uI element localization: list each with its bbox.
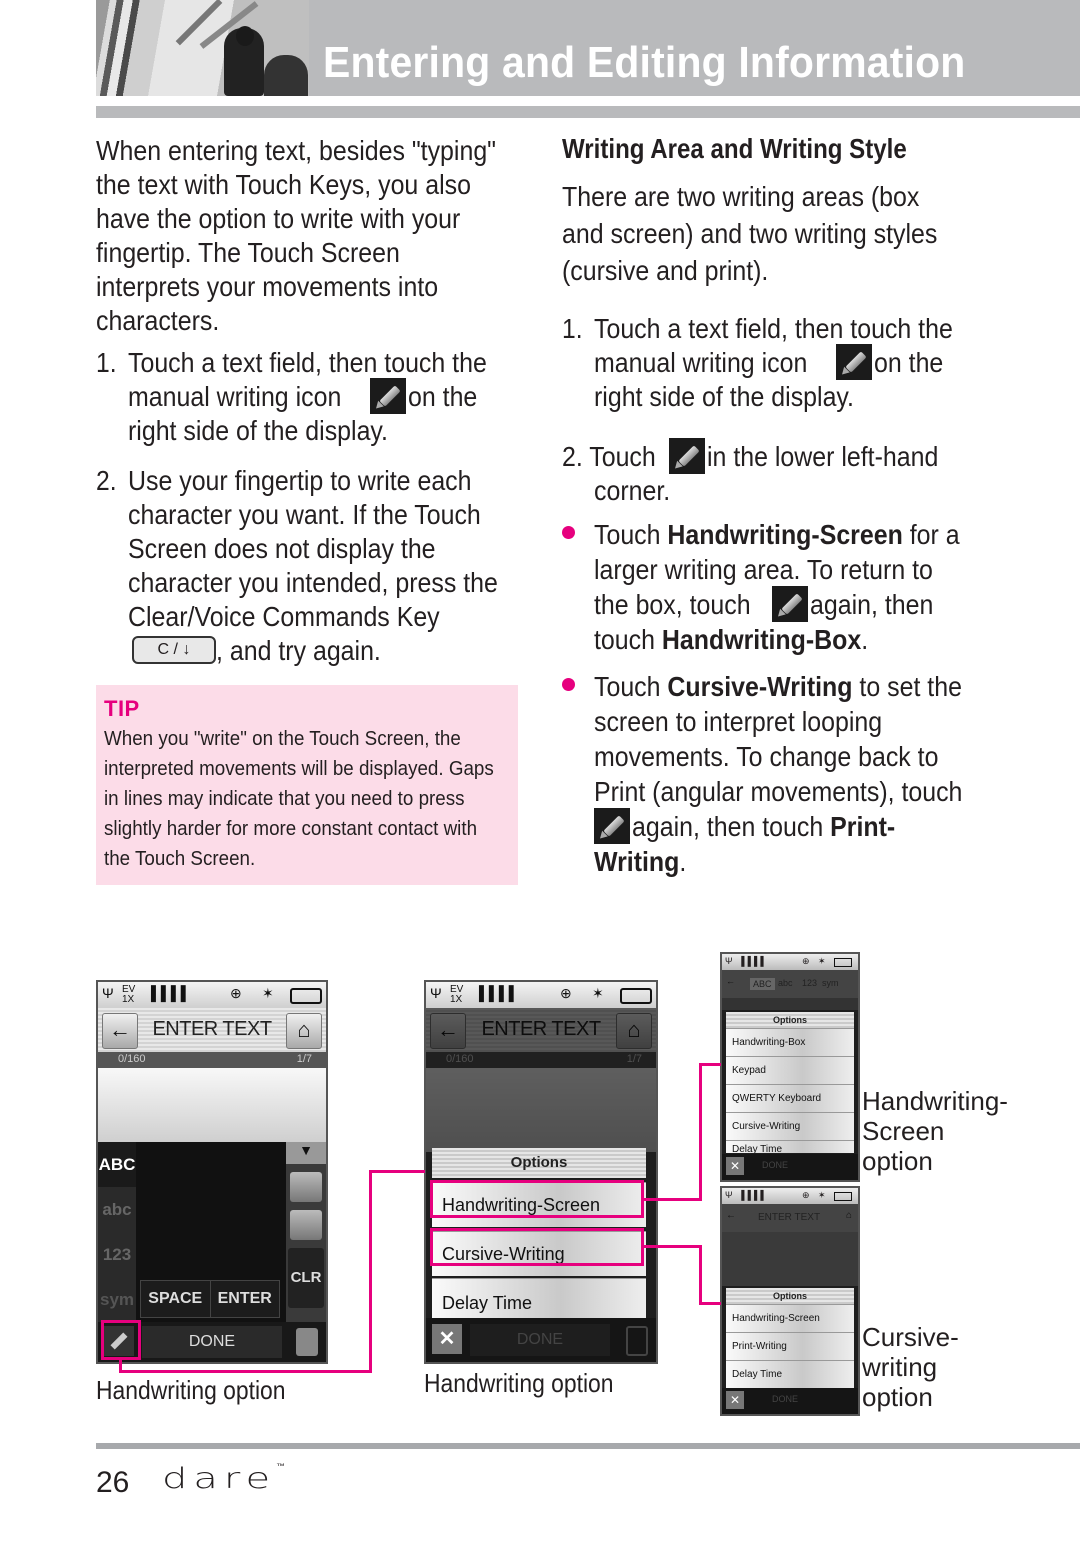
connector-line — [699, 1063, 702, 1201]
status-bar: Ψ EV 1X ▐▐▐▐ ⊕ ✶ — [426, 982, 656, 1008]
signal-bars-icon: ▐▐▐▐ — [146, 985, 186, 1001]
page-number: 26 — [96, 1466, 130, 1499]
manual-writing-icon — [835, 343, 872, 380]
option-keypad[interactable]: Keypad — [726, 1056, 854, 1084]
option-print-writing[interactable]: Print-Writing — [726, 1332, 854, 1360]
option-handwriting-box[interactable]: Handwriting-Box — [726, 1028, 854, 1056]
caption-screen2: Handwriting option — [424, 1368, 614, 1398]
mode-abc-lower[interactable]: abc — [98, 1187, 136, 1232]
bullet-icon — [562, 678, 575, 691]
intro-paragraph: When entering text, besides "typing" the… — [96, 135, 497, 336]
options-menu: Options Handwriting-Box Keypad QWERTY Ke… — [726, 1012, 854, 1153]
text-input-area[interactable] — [98, 1068, 326, 1142]
left-step-1: 1. Touch a text field, then touch the ma… — [96, 347, 487, 446]
options-title: Options — [432, 1148, 646, 1178]
tip-body: When you "write" on the Touch Screen, th… — [104, 728, 494, 870]
header-divider — [96, 106, 1080, 118]
status-bar: Ψ EV 1X ▐▐▐▐ ⊕ ✶ — [98, 982, 326, 1008]
connector-line — [369, 1170, 372, 1373]
highlight-cursive-writing — [430, 1228, 644, 1266]
status-bar: Ψ ▐▐▐▐ ⊕ ✶ — [722, 954, 858, 970]
tip-title: TIP — [104, 696, 140, 721]
connector-line — [699, 1302, 721, 1305]
bullet-handwriting-screen: Touch Handwriting-Screen for a larger wr… — [562, 518, 1022, 658]
bluetooth-icon: ✶ — [592, 985, 604, 1001]
bullet-cursive-writing: Touch Cursive-Writing to set the screen … — [562, 670, 1022, 880]
highlight-pen-button — [101, 1320, 141, 1360]
screen-options-menu: Ψ EV 1X ▐▐▐▐ ⊕ ✶ ← ENTER TEXT ⌂ 0/160 1/… — [424, 980, 658, 1364]
connector-line — [644, 1245, 702, 1248]
char-counter: 0/160 — [118, 1053, 146, 1065]
collapse-arrow-icon[interactable]: ▼ — [286, 1142, 326, 1164]
close-button[interactable]: ✕ — [726, 1157, 744, 1175]
mode-123[interactable]: 123 — [98, 1232, 136, 1277]
bluetooth-icon: ✶ — [262, 985, 274, 1001]
screen-handwriting-box: Ψ EV 1X ▐▐▐▐ ⊕ ✶ ← ENTER TEXT ⌂ 0/160 1/… — [96, 980, 328, 1364]
option-delay-time[interactable]: Delay Time — [726, 1360, 854, 1388]
clr-button[interactable]: CLR — [288, 1248, 324, 1308]
network-icon: EV 1X — [450, 984, 464, 1005]
battery-icon — [620, 988, 652, 1004]
screen-handwriting-screen-options: Ψ ▐▐▐▐ ⊕ ✶ ← ABC abc 123 sym Options Han… — [720, 952, 860, 1182]
screen-cursive-writing-options: Ψ ▐▐▐▐ ⊕ ✶ ← ENTER TEXT ⌂ Options Handwr… — [720, 1186, 860, 1416]
menu-icon[interactable] — [296, 1328, 318, 1356]
caption-screen3: Handwriting- Screen option — [862, 1086, 1008, 1176]
right-step-2: 2. Touch in the lower left-hand corner. — [562, 437, 1022, 508]
connector-line — [119, 1370, 371, 1373]
option-cursive-writing[interactable]: Cursive-Writing — [726, 1112, 854, 1140]
enter-button[interactable]: ENTER — [211, 1281, 280, 1317]
section-intro: There are two writing areas (box and scr… — [562, 181, 938, 286]
space-button[interactable]: SPACE — [141, 1281, 211, 1317]
brand-logo: Dare™ — [162, 1462, 286, 1496]
connector-line — [699, 1245, 702, 1305]
numpad-toggle-icon[interactable] — [290, 1210, 322, 1240]
right-step-1: 1. Touch a text field, then touch the ma… — [562, 313, 953, 412]
done-button[interactable]: DONE — [762, 1160, 788, 1170]
left-step-2: 2. Use your fingertip to write each char… — [96, 465, 498, 666]
mode-abc-upper[interactable]: ABC — [98, 1142, 136, 1187]
page-title: Entering and Editing Information — [323, 38, 966, 87]
manual-writing-icon — [369, 377, 406, 414]
status-bar: Ψ ▐▐▐▐ ⊕ ✶ — [722, 1188, 858, 1204]
connector-line — [644, 1198, 702, 1201]
options-menu: Options Handwriting-Screen Print-Writing… — [726, 1288, 854, 1388]
option-handwriting-screen[interactable]: Handwriting-Screen — [726, 1304, 854, 1332]
manual-writing-icon — [669, 437, 706, 474]
network-icon: EV 1X — [122, 984, 136, 1005]
done-button[interactable]: DONE — [142, 1326, 282, 1358]
battery-icon — [290, 988, 322, 1004]
bullet-icon — [562, 526, 575, 539]
done-button[interactable]: DONE — [470, 1324, 610, 1356]
gps-icon: ⊕ — [560, 985, 572, 1001]
done-button[interactable]: DONE — [772, 1394, 798, 1404]
caption-screen1: Handwriting option — [96, 1375, 286, 1405]
clear-voice-key-icon: C / ↓ — [132, 635, 216, 664]
home-button[interactable]: ⌂ — [286, 1013, 322, 1049]
option-delay-time[interactable]: Delay Time — [726, 1140, 854, 1153]
handwriting-pad[interactable]: ABC abc 123 sym SPACE ENTER ▼ CLR — [98, 1142, 326, 1322]
connector-line — [369, 1170, 425, 1173]
signal-icon: Ψ — [430, 985, 442, 1001]
footer-divider — [96, 1443, 1080, 1449]
section-heading: Writing Area and Writing Style — [562, 133, 907, 164]
manual-writing-icon — [771, 585, 808, 622]
connector-line — [699, 1063, 721, 1066]
page-indicator: 1/7 — [296, 1053, 312, 1065]
mode-sym[interactable]: sym — [98, 1277, 136, 1322]
option-qwerty-keyboard[interactable]: QWERTY Keyboard — [726, 1084, 854, 1112]
keypad-toggle-icon[interactable] — [290, 1172, 322, 1202]
header-photo — [96, 0, 309, 96]
signal-bars-icon: ▐▐▐▐ — [474, 985, 514, 1001]
manual-writing-icon — [594, 807, 630, 844]
caption-screen4: Cursive- writing option — [862, 1322, 959, 1412]
menu-icon[interactable] — [626, 1326, 648, 1356]
close-button[interactable]: ✕ — [726, 1391, 744, 1409]
highlight-handwriting-screen — [430, 1180, 644, 1218]
gps-icon: ⊕ — [230, 985, 242, 1001]
signal-icon: Ψ — [102, 985, 114, 1001]
close-button[interactable]: ✕ — [432, 1324, 462, 1354]
